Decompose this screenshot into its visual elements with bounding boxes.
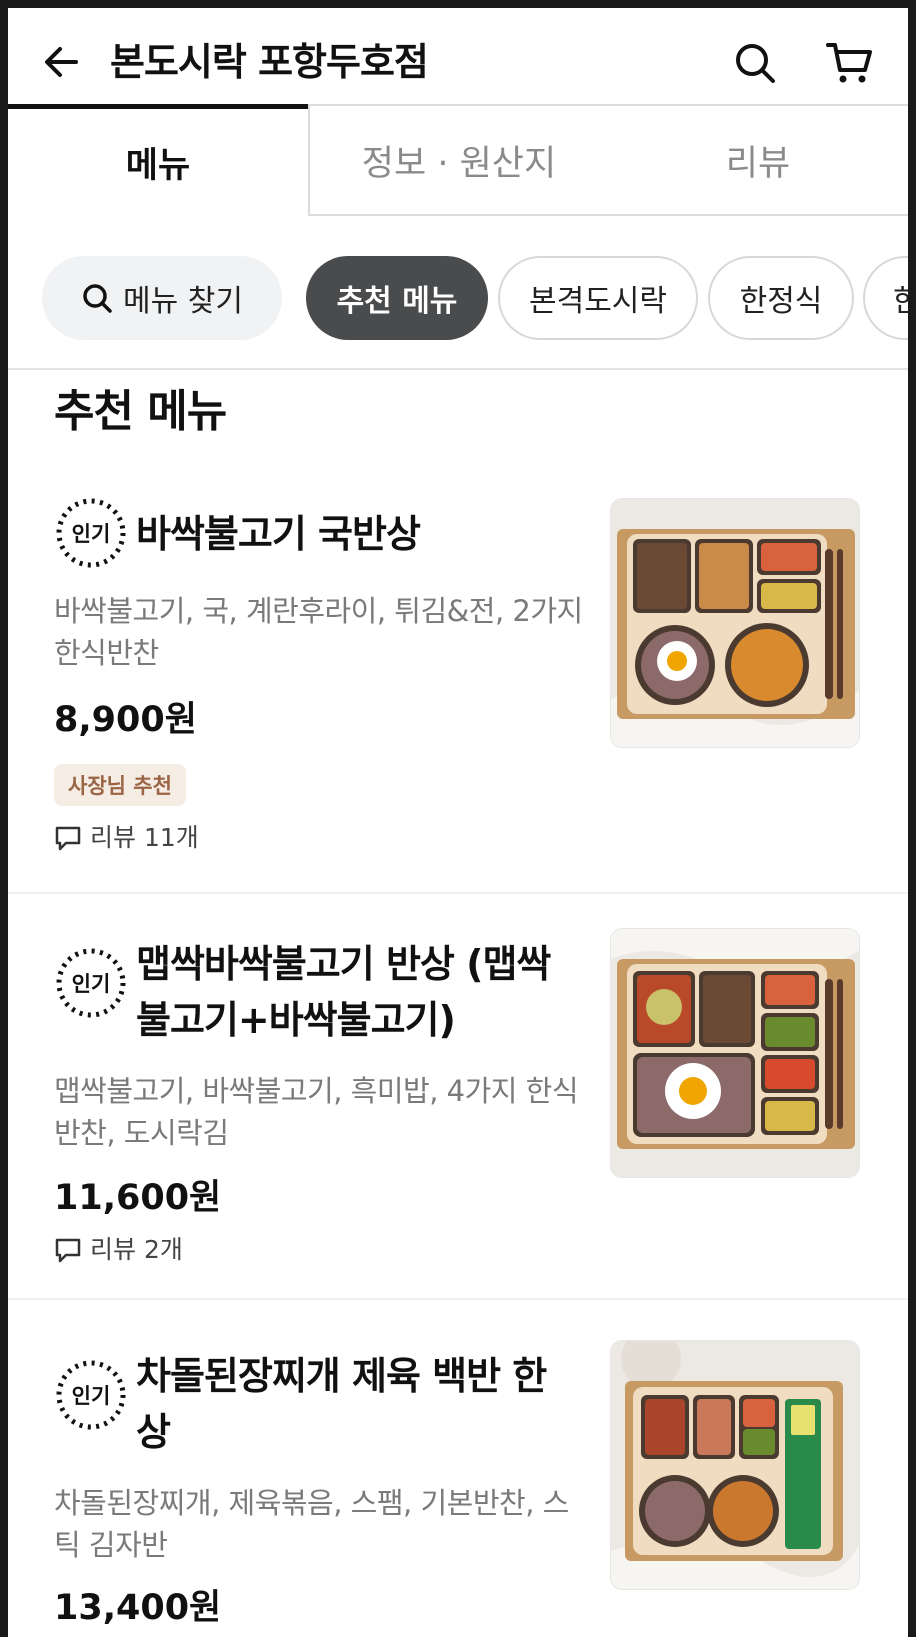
store-title: 본도시락 포항두호점	[110, 40, 429, 84]
cart-button[interactable]	[823, 38, 875, 88]
popular-badge: 인기	[54, 496, 128, 570]
item-description: 차돌된장찌개, 제육볶음, 스팸, 기본반찬, 스틱 김자반	[54, 1486, 569, 1562]
review-label: 리뷰 11개	[90, 823, 199, 852]
section-title: 추천 메뉴	[54, 386, 227, 437]
divider	[8, 368, 908, 370]
back-button[interactable]	[38, 38, 86, 86]
popular-badge: 인기	[54, 946, 128, 1020]
item-price: 8,900원	[54, 700, 197, 740]
review-count[interactable]: 리뷰 11개	[54, 820, 199, 856]
item-description: 맵싹불고기, 바싹불고기, 흑미밥, 4가지 한식 반찬, 도시락김	[54, 1074, 579, 1150]
chip-bongyeok-dosirak[interactable]: 본격도시락	[498, 256, 698, 340]
item-divider	[8, 1298, 908, 1300]
comment-icon	[55, 1238, 81, 1263]
item-photo[interactable]	[610, 498, 860, 748]
tab-info-origin[interactable]: 정보 · 원산지	[308, 104, 608, 216]
top-bar: 본도시락 포항두호점	[8, 8, 908, 108]
app-frame: 본도시락 포항두호점 메뉴 정보 · 원산지 리뷰 메뉴 찾기 추천 메뉴 본격…	[8, 8, 908, 1637]
popular-badge-text: 인기	[72, 1384, 111, 1408]
item-description: 바싹불고기, 국, 계란후라이, 튀김&전, 2가지 한식반찬	[54, 594, 583, 670]
item-price: 13,400원	[54, 1588, 222, 1628]
comment-icon	[55, 826, 81, 851]
store-tabs: 메뉴 정보 · 원산지 리뷰	[8, 104, 908, 222]
popular-badge-text: 인기	[72, 522, 111, 546]
menu-search-chip[interactable]: 메뉴 찾기	[42, 256, 282, 340]
popular-badge-text: 인기	[72, 972, 111, 996]
item-name: 바싹불고기 국반상	[136, 512, 421, 556]
category-chips: 메뉴 찾기 추천 메뉴 본격도시락 한정식 한	[8, 256, 908, 340]
search-button[interactable]	[730, 38, 780, 88]
arrow-left-icon	[45, 47, 78, 77]
item-name: 맵싹바싹불고기 반상 (맵싹불고기+바싹불고기)	[136, 942, 551, 1042]
item-price: 11,600원	[54, 1178, 222, 1218]
item-name: 차돌된장찌개 제육 백반 한상	[136, 1354, 547, 1454]
menu-search-label: 메뉴 찾기	[123, 284, 243, 319]
cart-icon	[826, 43, 872, 83]
chip-recommended[interactable]: 추천 메뉴	[306, 256, 488, 340]
item-photo[interactable]	[610, 928, 860, 1178]
review-label: 리뷰 2개	[90, 1235, 183, 1264]
search-icon	[83, 284, 112, 313]
chip-partial[interactable]: 한	[863, 256, 908, 340]
item-divider	[8, 892, 908, 894]
item-photo[interactable]	[610, 1340, 860, 1590]
chip-hanjeongsik[interactable]: 한정식	[708, 256, 854, 340]
owner-recommend-badge: 사장님 추천	[54, 764, 186, 806]
tab-menu[interactable]: 메뉴	[8, 104, 308, 216]
review-count[interactable]: 리뷰 2개	[54, 1232, 183, 1268]
tab-review[interactable]: 리뷰	[608, 104, 908, 216]
popular-badge: 인기	[54, 1358, 128, 1432]
search-icon	[736, 44, 775, 83]
